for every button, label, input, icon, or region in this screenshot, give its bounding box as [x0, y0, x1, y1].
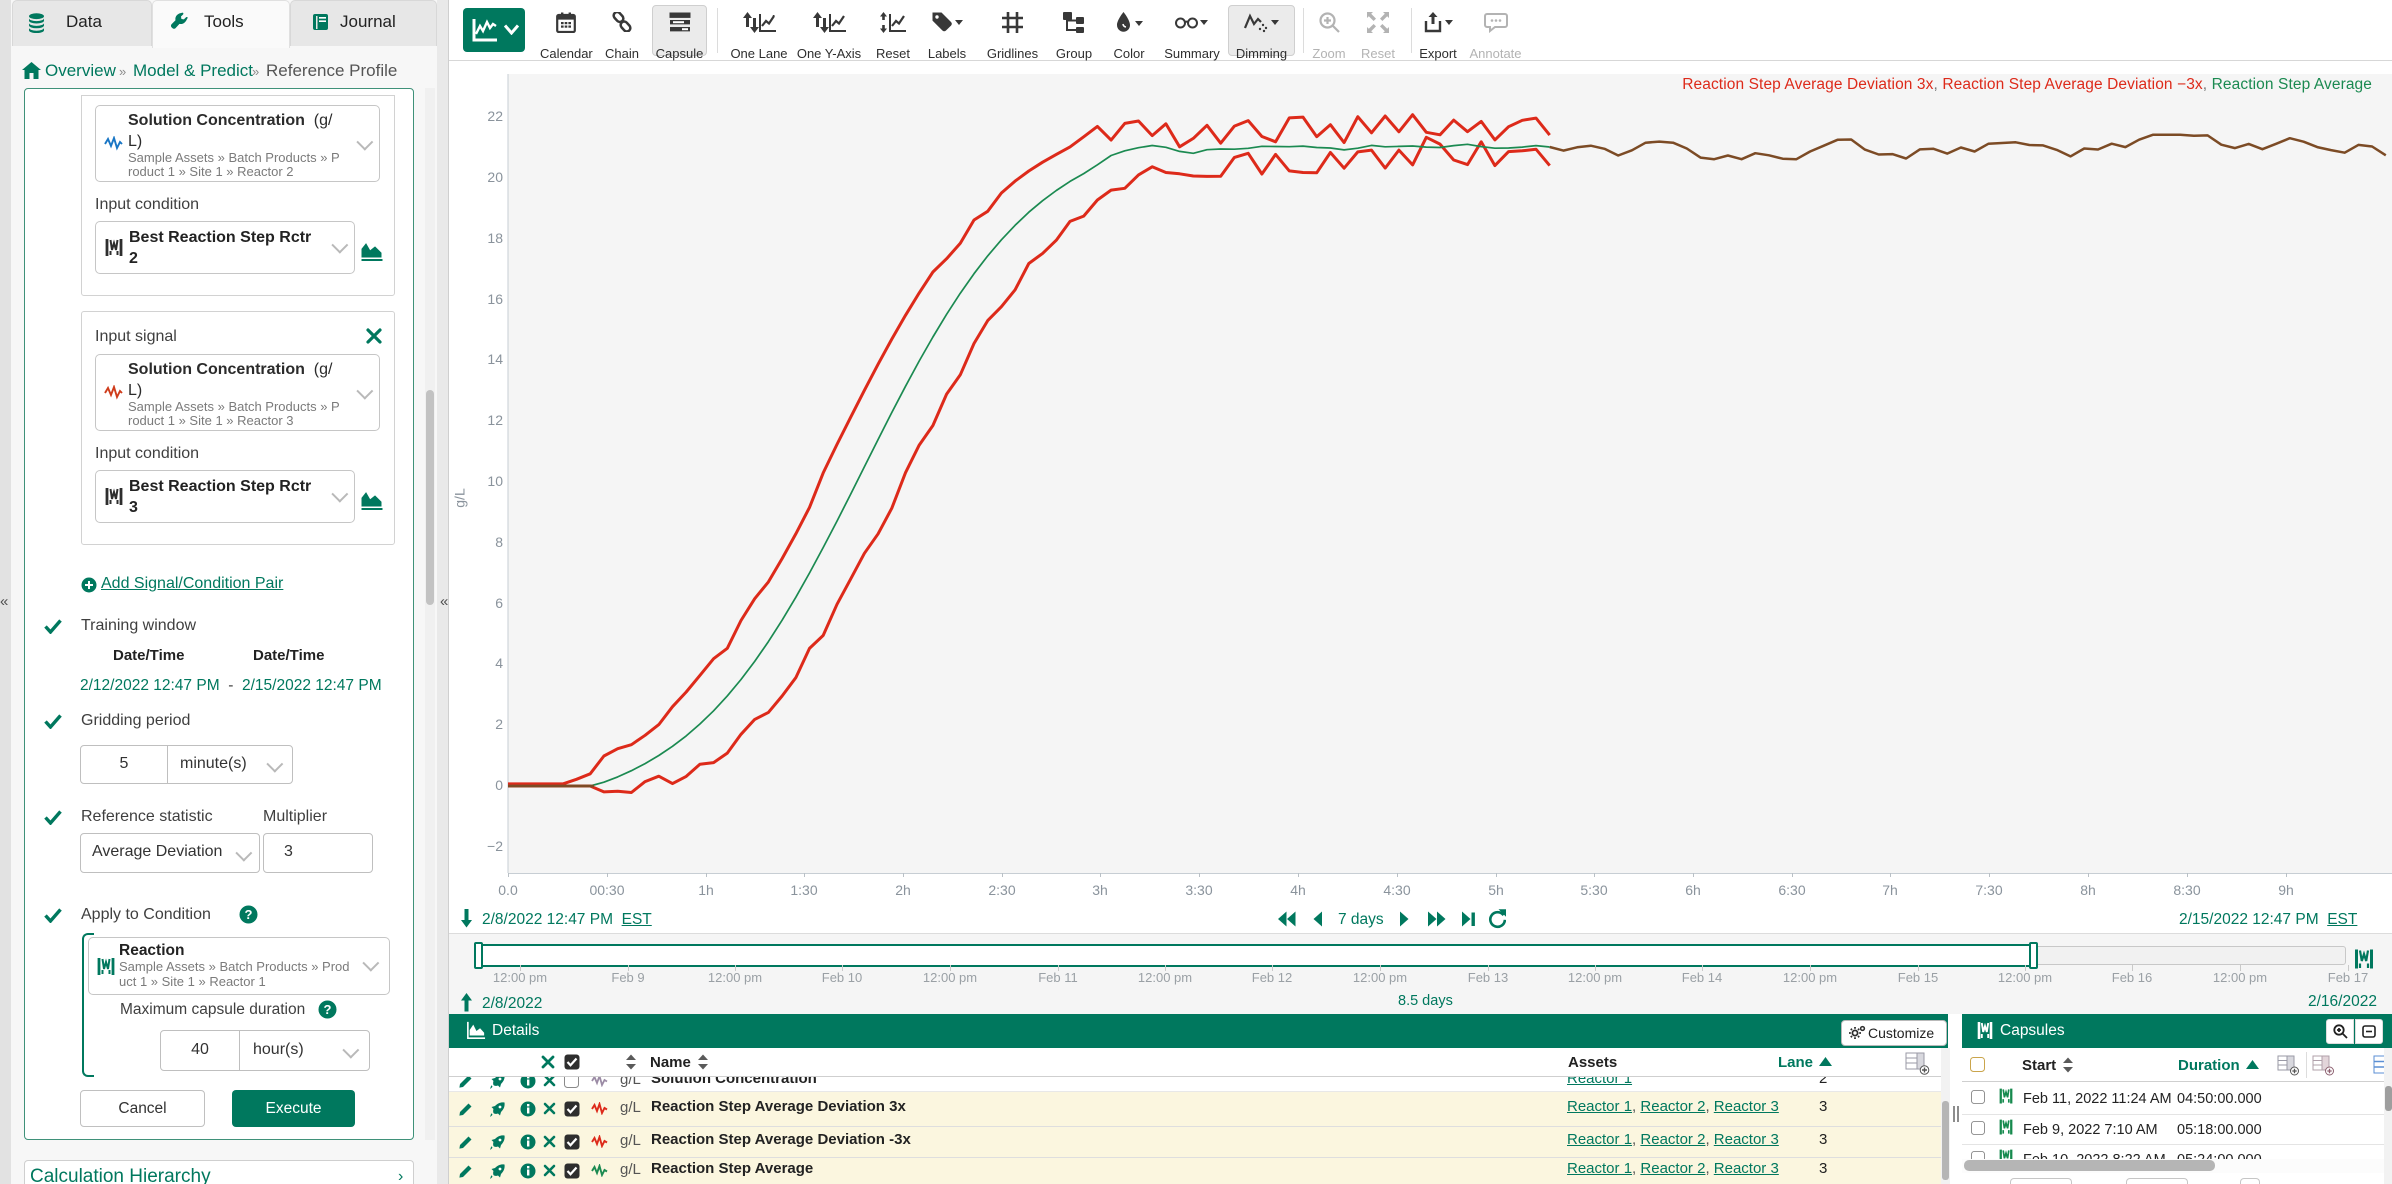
svg-text:?: ? [245, 907, 253, 922]
svg-text:?: ? [324, 1002, 332, 1017]
